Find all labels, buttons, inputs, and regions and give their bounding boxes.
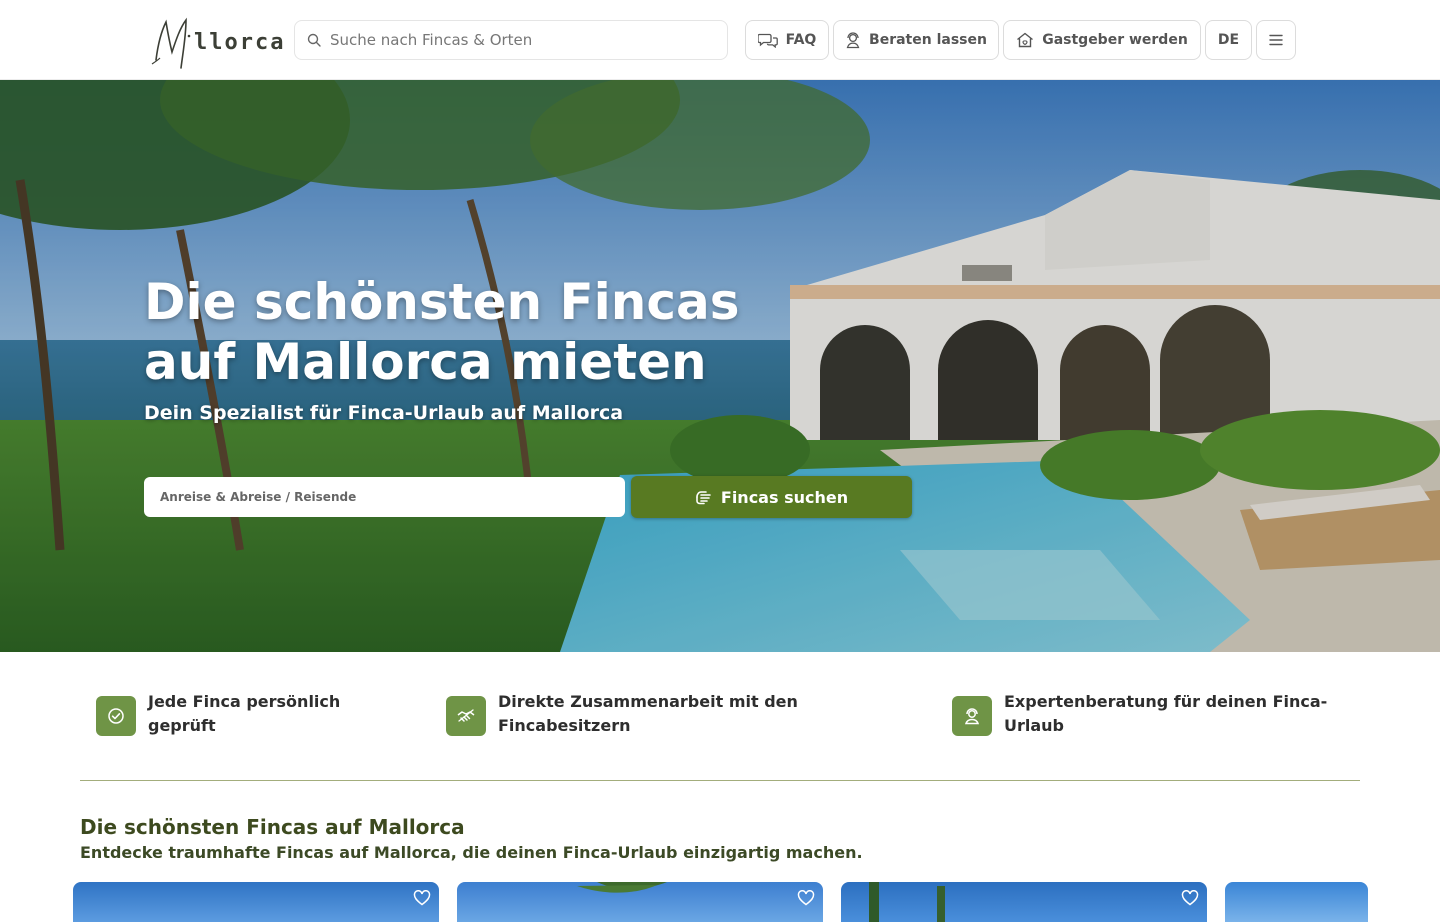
- feature-icon-box: [96, 696, 136, 736]
- feature-icon-box: [952, 696, 992, 736]
- finca-card[interactable]: [841, 882, 1207, 922]
- handshake-icon: [457, 709, 475, 722]
- chat-bubbles-icon: [757, 33, 778, 48]
- heart-icon[interactable]: [1181, 890, 1199, 906]
- section-title: Die schönsten Fincas auf Mallorca: [80, 815, 465, 839]
- hero-subtitle: Dein Spezialist für Finca-Urlaub auf Mal…: [144, 402, 624, 424]
- become-host-button[interactable]: Gastgeber werden: [1003, 20, 1201, 60]
- search-icon: [307, 33, 321, 47]
- feature-text: Direkte Zusammenarbeit mit den Fincabesi…: [498, 692, 798, 735]
- check-circle-icon: [108, 708, 124, 724]
- section-divider: [80, 780, 1360, 781]
- faq-button[interactable]: FAQ: [745, 20, 829, 60]
- feature-expert-advice: Expertenberatung für deinen Finca-Urlaub: [952, 690, 1352, 738]
- finca-card[interactable]: [1225, 882, 1368, 922]
- search-fincas-label: Fincas suchen: [720, 487, 849, 507]
- heart-icon[interactable]: [413, 890, 431, 906]
- menu-button[interactable]: [1256, 20, 1296, 60]
- feature-text: Jede Finca persönlich geprüft: [148, 692, 341, 735]
- feature-verified: Jede Finca persönlich geprüft: [96, 690, 416, 738]
- palm-tree-image: [577, 882, 667, 893]
- user-support-icon: [964, 708, 980, 725]
- logo-text: llorca: [194, 30, 286, 55]
- section-subtitle: Entdecke traumhafte Fincas auf Mallorca,…: [80, 843, 863, 862]
- hero-section: Die schönsten Fincas auf Mallorca mieten…: [0, 80, 1440, 652]
- logo-m-mark-icon: [151, 17, 191, 69]
- faq-label: FAQ: [785, 32, 817, 48]
- cypress-tree-image: [869, 882, 945, 922]
- finca-card[interactable]: [73, 882, 439, 922]
- finca-card[interactable]: [457, 882, 823, 922]
- feature-text: Expertenberatung für deinen Finca-Urlaub: [1004, 692, 1328, 735]
- site-header: llorca FAQ Beraten lassen Gastgeber werd…: [0, 0, 1440, 80]
- headset-user-icon: [846, 32, 860, 49]
- feature-icon-box: [446, 696, 486, 736]
- advice-label: Beraten lassen: [869, 32, 987, 48]
- hero-title: Die schönsten Fincas auf Mallorca mieten: [144, 273, 740, 391]
- feature-owners: Direkte Zusammenarbeit mit den Fincabesi…: [446, 690, 866, 738]
- search-fincas-button[interactable]: Fincas suchen: [631, 476, 912, 518]
- become-host-label: Gastgeber werden: [1042, 32, 1188, 48]
- language-label: DE: [1217, 32, 1240, 48]
- date-travelers-field[interactable]: Anreise & Abreise / Reisende: [144, 477, 625, 517]
- hamburger-menu-icon: [1269, 34, 1283, 46]
- header-search[interactable]: [294, 20, 728, 60]
- heart-icon[interactable]: [797, 890, 815, 906]
- search-input[interactable]: [330, 31, 710, 49]
- house-icon: [1017, 32, 1034, 48]
- logo[interactable]: llorca: [150, 14, 283, 70]
- date-travelers-label: Anreise & Abreise / Reisende: [160, 490, 357, 504]
- hand-search-icon: [696, 491, 711, 505]
- language-switcher[interactable]: DE: [1205, 20, 1252, 60]
- advice-button[interactable]: Beraten lassen: [833, 20, 999, 60]
